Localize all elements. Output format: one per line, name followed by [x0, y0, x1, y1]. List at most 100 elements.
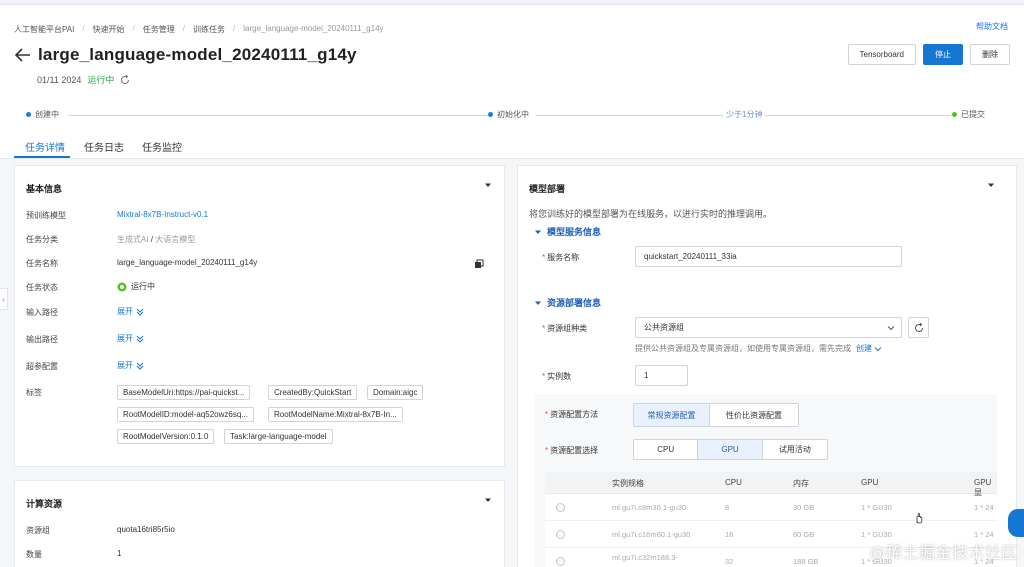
count-label: 数量 — [26, 550, 42, 559]
refresh-resource-button[interactable] — [908, 317, 929, 338]
copy-icon[interactable] — [474, 259, 484, 269]
tag-chip: BaseModelUri:https://pai-quickst... — [117, 385, 251, 400]
col-spec: 实例规格 — [612, 479, 644, 488]
col-memory: 内存 — [793, 479, 809, 488]
cell-gpu: 1 * GU30 — [861, 503, 892, 512]
cell-spec: ml.gu7i.c16m60.1-gu30 — [612, 530, 691, 539]
output-path-expand[interactable]: 展开 — [117, 333, 144, 344]
active-tab-indicator — [14, 156, 70, 158]
tab-task-details[interactable]: 任务详情 — [25, 139, 65, 154]
row-radio[interactable] — [556, 530, 565, 539]
config-method-standard[interactable]: 常规资源配置 — [634, 404, 711, 426]
running-status-icon — [117, 282, 127, 291]
col-gpu: GPU — [861, 478, 879, 487]
resource-group-type-select[interactable]: 公共资源组 — [635, 317, 902, 338]
resource-deploy-section[interactable]: 资源部署信息 — [534, 296, 601, 309]
cell-memory: 60 GB — [793, 530, 815, 539]
tab-task-logs[interactable]: 任务日志 — [84, 139, 124, 154]
timeline-step-created: 创建中 — [26, 109, 62, 120]
cell-gpu: 1 * GU30 — [861, 530, 892, 539]
input-path-expand[interactable]: 展开 — [117, 306, 144, 317]
cell-cpu: 16 — [725, 530, 734, 539]
deploy-description: 将您训练好的模型部署为在线服务，以进行实时的推理调用。 — [529, 209, 773, 219]
row-radio[interactable] — [556, 503, 565, 512]
row-radio[interactable] — [556, 557, 565, 566]
floating-assistant-button[interactable] — [1008, 509, 1024, 537]
collapse-caret-icon[interactable] — [484, 181, 492, 189]
instances-label: * 实例数 — [542, 372, 572, 381]
tab-bar: 任务详情 任务日志 任务监控 — [0, 125, 1024, 159]
collapse-caret-icon[interactable] — [987, 181, 995, 189]
service-name-input[interactable]: quickstart_20240111_33ia — [635, 246, 902, 267]
task-category-label: 任务分类 — [26, 235, 58, 244]
refresh-icon[interactable] — [120, 74, 130, 85]
back-arrow-icon[interactable] — [14, 46, 32, 64]
resource-group-value: quota16tri85r5io — [117, 525, 175, 534]
delete-button[interactable]: 删除 — [970, 44, 1010, 65]
config-method-cost-effective[interactable]: 性价比资源配置 — [710, 404, 798, 426]
cell-gpu-mem: 1 * 24 — [974, 530, 994, 539]
tag-chip: RootModelVersion:0.1.0 — [117, 429, 215, 444]
chevron-down-icon — [887, 326, 895, 331]
resource-hint: 提供公共资源组及专属资源组，如使用专属资源组，需先完成 创建 — [635, 343, 882, 354]
breadcrumb-item-pai[interactable]: 人工智能平台PAI — [14, 24, 74, 35]
task-category-value: 生成式AI / 大语言模型 — [117, 235, 196, 244]
tab-task-monitor[interactable]: 任务监控 — [142, 139, 182, 154]
breadcrumb-item-quickstart[interactable]: 快速开始 — [93, 24, 125, 35]
input-path-label: 输入路径 — [26, 308, 58, 317]
help-docs-link[interactable]: 帮助文档 — [976, 21, 1008, 32]
breadcrumb-current: large_language-model_20240111_g14y — [243, 24, 384, 33]
timeline-step-submitted: 已提交 — [952, 109, 988, 120]
basic-info-title: 基本信息 — [26, 184, 63, 194]
cell-memory: 188 GB — [793, 557, 819, 566]
tag-chip: Task:large-language-model — [224, 429, 333, 444]
breadcrumb-item-task-management[interactable]: 任务管理 — [143, 24, 175, 35]
timeline-step-initializing: 初始化中 — [488, 109, 532, 120]
config-method-label: * 资源配置方法 — [545, 410, 599, 419]
config-option-gpu[interactable]: GPU — [698, 440, 763, 459]
created-date: 01/11 2024 — [37, 74, 82, 85]
breadcrumb-item-training-task[interactable]: 训练任务 — [193, 24, 225, 35]
config-option-cpu[interactable]: CPU — [634, 440, 699, 459]
config-method-toggle: 常规资源配置 性价比资源配置 — [633, 403, 799, 427]
config-option-trial[interactable]: 试用活动 — [762, 440, 827, 459]
cell-spec: ml.gu7i.c32m188.3- — [612, 553, 678, 562]
model-deploy-title: 模型部署 — [529, 184, 566, 194]
breadcrumb: 人工智能平台PAI / 快速开始 / 任务管理 / 训练任务 / large_langu… — [14, 24, 384, 35]
tag-chip: RootModelID:model-aq52owz6sq... — [117, 407, 254, 422]
tag-chip: CreatedBy:QuickStart — [268, 385, 358, 400]
table-row[interactable]: ml.gu7i.c8m30.1-gu30 8 30 GB 1 * GU30 1 … — [545, 494, 997, 521]
instances-input[interactable]: 1 — [635, 365, 688, 386]
sidebar-toggle-handle[interactable]: ‹ — [0, 288, 8, 310]
service-info-section[interactable]: 模型服务信息 — [534, 225, 601, 238]
hyperparams-expand[interactable]: 展开 — [117, 360, 144, 371]
output-path-label: 输出路径 — [26, 335, 58, 344]
watermark: @稀土掘金技术社区 — [869, 543, 1018, 562]
stop-button[interactable]: 停止 — [923, 44, 963, 65]
create-link[interactable]: 创建 — [856, 343, 882, 354]
tensorboard-button[interactable]: Tensorboard — [847, 44, 916, 65]
cell-gpu-mem: 1 * 24 — [974, 503, 994, 512]
status-text: 运行中 — [87, 75, 115, 85]
double-chevron-down-icon — [136, 308, 144, 316]
timeline-duration: 少于1分钟 — [723, 109, 766, 120]
config-select-label: * 资源配置选择 — [545, 446, 599, 455]
task-status-value: 运行中 — [117, 281, 155, 292]
resource-group-type-label: * 资源组种类 — [542, 324, 588, 333]
tags-label: 标签 — [26, 388, 42, 397]
cell-cpu: 32 — [725, 557, 734, 566]
task-name-label: 任务名称 — [26, 259, 58, 268]
collapse-caret-icon[interactable] — [484, 496, 492, 504]
page-title: large_language-model_20240111_g14y — [38, 45, 357, 64]
hyperparams-label: 超参配置 — [26, 362, 58, 371]
task-name-value: large_language-model_20240111_g14y — [117, 258, 258, 267]
pretrained-model-label: 预训练模型 — [26, 211, 66, 220]
double-chevron-down-icon — [136, 362, 144, 370]
refresh-icon — [914, 322, 923, 332]
config-select-toggle: CPU GPU 试用活动 — [633, 439, 828, 460]
tag-chip: Domain:aigc — [367, 385, 424, 400]
caret-down-icon — [535, 301, 541, 305]
table-header: 实例规格 CPU 内存 GPU GPU显 — [545, 472, 997, 497]
task-status-label: 任务状态 — [26, 283, 58, 292]
pretrained-model-link[interactable]: Mixtral-8x7B-Instruct-v0.1 — [117, 210, 208, 219]
